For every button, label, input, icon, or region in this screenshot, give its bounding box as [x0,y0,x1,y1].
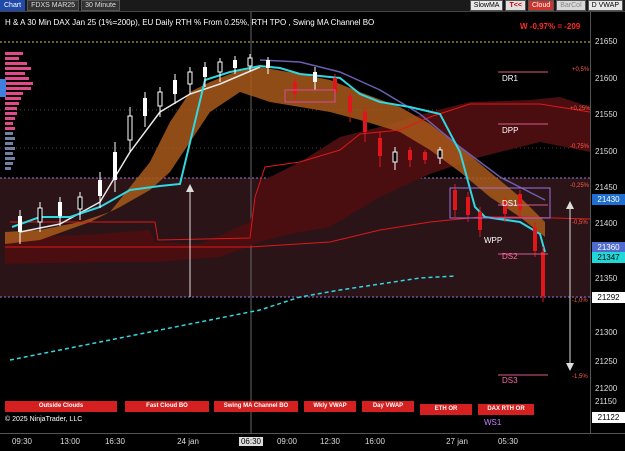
pct-label: -1,0% [572,298,588,304]
level-dpp: DPP [502,126,519,135]
price-tick: 21200 [595,384,618,393]
swing-ma-channel-bo-button[interactable]: Swing MA Channel BO [214,401,298,412]
price-badge-21122: 21122 [592,412,625,423]
dax-rth-or-button[interactable]: DAX RTH OR [478,404,534,415]
time-tick: 05:30 [497,437,519,446]
cloud-toggle-button[interactable]: Cloud [527,0,555,11]
price-tick: 21300 [595,328,618,337]
chart-toolbar: Chart FDXS MAR25 30 Minute SlowMA T<< Cl… [0,0,625,12]
instrument-selector[interactable]: FDXS MAR25 [27,0,80,11]
level-dr1: DR1 [502,74,519,83]
crosshair-time-label: 06:30 [238,437,264,446]
time-tick: 16:30 [104,437,126,446]
chart-title: H & A 30 Min DAX Jan 25 (1%=200p), EU Da… [5,18,375,27]
price-axis[interactable]: 21650 21600 21550 21500 21450 21400 2135… [590,12,625,433]
price-tick: 21250 [595,357,618,366]
level-wpp: WPP [484,236,503,245]
barcol-toggle-button[interactable]: BarCol [556,0,586,11]
fast-cloud-bo-button[interactable]: Fast Cloud BO [125,401,209,412]
slowma-toggle-button[interactable]: SlowMA [469,0,504,11]
price-chart-panel[interactable]: H & A 30 Min DAX Jan 25 (1%=200p), EU Da… [0,12,591,433]
price-tick: 21550 [595,110,618,119]
interval-selector[interactable]: 30 Minute [81,0,120,11]
time-tick: 27 jan [446,437,468,446]
price-tick: 21600 [595,74,618,83]
time-tick: 16:00 [364,437,386,446]
price-badge-21430: 21430 [592,194,625,205]
tpo-profile [0,52,33,170]
price-tick: 21400 [595,219,618,228]
level-ds3: DS3 [502,376,518,385]
price-tick: 21650 [595,37,618,46]
price-badge-21347: 21347 [592,252,625,263]
price-tick: 21150 [595,397,617,406]
price-tick: 21500 [595,147,618,156]
time-tick: 09:30 [11,437,33,446]
price-tick: 21350 [595,274,618,283]
time-axis[interactable]: 09:30 13:00 16:30 24 jan 06:30 09:00 12:… [0,433,625,451]
pct-label: +0,5% [572,67,590,73]
pct-label: -0,75% [570,144,590,150]
price-tick: 21450 [595,183,618,192]
last-price-badge: 21292 [592,292,625,303]
time-tick: 12:30 [319,437,341,446]
pct-label: -0,25% [570,183,590,189]
outside-clouds-button[interactable]: Outside Clouds [5,401,117,412]
time-tick: 13:00 [59,437,81,446]
tick-toggle-button[interactable]: T<< [505,0,526,11]
time-tick: 24 jan [177,437,199,446]
copyright: © 2025 NinjaTrader, LLC [5,416,83,423]
pct-label: +0,25% [570,106,591,112]
eth-or-button[interactable]: ETH OR [420,404,472,415]
time-tick: 09:00 [276,437,298,446]
measure-arrow-bottom [566,363,574,371]
weekly-vwap-button[interactable]: Wkly VWAP [304,401,356,412]
level-ds2: DS2 [502,252,518,261]
weekly-change-badge: W -0,97% = -209 [520,22,581,31]
pct-label: -1,5% [572,374,588,380]
level-ws1: WS1 [484,418,502,427]
level-ds1: DS1 [502,199,518,208]
day-vwap-button[interactable]: Day VWAP [362,401,414,412]
dvwap-toggle-button[interactable]: D VWAP [587,0,623,11]
chart-menu-button[interactable]: Chart [0,0,26,11]
pct-label: -0,5% [572,220,588,226]
